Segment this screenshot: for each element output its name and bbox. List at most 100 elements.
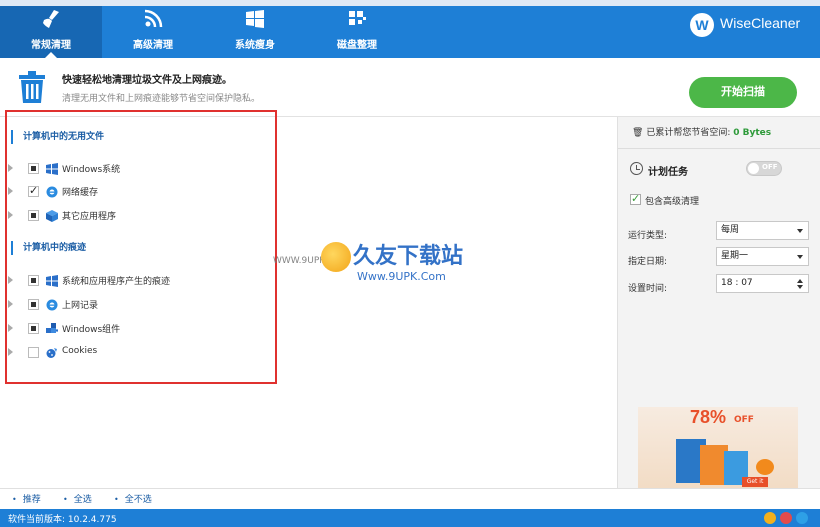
header-bar: 常规清理 高级清理 系统瘦身 磁盘整理 W WiseCleaner (0, 6, 820, 58)
subheader: 快速轻松地清理垃圾文件及上网痕迹。 清理无用文件和上网痕迹能够节省空间保护隐私。… (0, 58, 820, 117)
spin-up-icon[interactable] (797, 279, 803, 283)
checkbox[interactable] (28, 347, 39, 358)
promo-banner[interactable]: 78% OFF Get it now (638, 407, 798, 488)
tab-regular-clean[interactable]: 常规清理 (0, 6, 102, 58)
tab-system-slim[interactable]: 系统瘦身 (204, 6, 306, 58)
subheader-title: 快速轻松地清理垃圾文件及上网痕迹。 (62, 75, 232, 86)
tab-label: 磁盘整理 (337, 40, 377, 51)
watermark-logo-icon (321, 242, 351, 272)
puzzle-icon (46, 323, 58, 333)
trash-icon (19, 71, 45, 103)
checkbox[interactable] (28, 299, 39, 310)
list-item-label: 其它应用程序 (62, 212, 117, 222)
trash-small-icon: 🗑 (632, 128, 644, 138)
watermark-subtitle: Www.9UPK.Com (357, 270, 446, 283)
promo-off: OFF (734, 415, 754, 425)
list-item-label: Windows系统 (62, 165, 121, 175)
chevron-down-icon (797, 229, 803, 233)
checkbox[interactable] (28, 210, 39, 221)
time-value: 18 : 07 (721, 278, 753, 288)
feedback-icon[interactable] (780, 512, 792, 524)
checkbox[interactable] (28, 323, 39, 334)
toggle-text: OFF (762, 163, 778, 171)
expand-arrow-icon[interactable] (8, 211, 13, 219)
expand-arrow-icon[interactable] (8, 187, 13, 195)
promo-percent: 78% (690, 407, 727, 427)
subheader-description: 清理无用文件和上网痕迹能够节省空间保护隐私。 (62, 94, 261, 104)
space-saved-value: 0 Bytes (733, 128, 772, 138)
ie-icon (46, 299, 58, 311)
divider (618, 148, 820, 149)
broom-icon (43, 10, 59, 28)
expand-arrow-icon[interactable] (8, 276, 13, 284)
time-label: 设置时间: (628, 284, 668, 294)
section-traces: 计算机中的痕迹 (11, 241, 86, 255)
run-type-label: 运行类型: (628, 231, 668, 241)
defrag-icon (349, 11, 366, 25)
include-advanced-checkbox[interactable] (630, 192, 641, 205)
expand-arrow-icon[interactable] (8, 164, 13, 172)
cube-icon (46, 210, 58, 222)
checkbox[interactable] (28, 184, 39, 197)
rss-broom-icon (144, 9, 163, 28)
start-scan-button[interactable]: 开始扫描 (689, 77, 797, 108)
watermark: WWW.9UPK.COM 久友下载站 Www.9UPK.Com (273, 238, 503, 290)
recommend-link[interactable]: 推荐 (12, 492, 41, 505)
bottom-bar: 推荐 全选 全不选 (0, 488, 820, 509)
expand-arrow-icon[interactable] (8, 324, 13, 332)
toggle-knob (748, 163, 759, 174)
run-type-select[interactable]: 每周 (716, 221, 809, 240)
status-bar: 软件当前版本: 10.2.4.775 (0, 509, 820, 527)
select-all-link[interactable]: 全选 (63, 492, 92, 505)
windows-icon (46, 275, 58, 287)
list-item-cookies[interactable]: Cookies (8, 345, 268, 361)
right-panel: 🗑 已累计帮您节省空间: 0 Bytes 计划任务 OFF 包含高级清理 运行类… (617, 117, 820, 488)
promo-cta[interactable]: Get it now (742, 477, 768, 487)
checkbox[interactable] (28, 275, 39, 286)
expand-arrow-icon[interactable] (8, 348, 13, 356)
brand-name: WiseCleaner (720, 15, 801, 31)
tab-label: 系统瘦身 (235, 40, 275, 51)
tab-label: 高级清理 (133, 40, 173, 51)
clock-icon (630, 162, 643, 175)
spin-down-icon[interactable] (797, 285, 803, 289)
watermark-title: 久友下载站 (353, 244, 464, 269)
date-label: 指定日期: (628, 257, 668, 267)
tab-disk-defrag[interactable]: 磁盘整理 (306, 6, 408, 58)
cookie-icon (46, 348, 57, 358)
include-advanced-label: 包含高级清理 (645, 197, 700, 207)
list-item-network-cache[interactable]: 网络缓存 (8, 184, 268, 200)
list-item-browsing-history[interactable]: 上网记录 (8, 297, 268, 313)
windows-icon (246, 10, 264, 28)
settings-icon[interactable] (796, 512, 808, 524)
list-item-label: Cookies (62, 346, 98, 356)
list-item-windows-system[interactable]: Windows系统 (8, 161, 268, 177)
list-item-label: 网络缓存 (62, 188, 99, 198)
ie-icon (46, 186, 58, 198)
tab-label: 常规清理 (31, 40, 71, 51)
list-item-label: 上网记录 (62, 301, 99, 311)
wisecleaner-logo: W (690, 13, 714, 37)
expand-arrow-icon[interactable] (8, 300, 13, 308)
time-stepper[interactable]: 18 : 07 (716, 274, 809, 293)
chevron-down-icon (797, 255, 803, 259)
checkbox[interactable] (28, 163, 39, 174)
date-select[interactable]: 星期一 (716, 247, 809, 266)
space-saved-label: 已累计帮您节省空间: (646, 128, 731, 138)
section-useless-files: 计算机中的无用文件 (11, 130, 104, 144)
list-item-windows-components[interactable]: Windows组件 (8, 321, 268, 337)
date-value: 星期一 (721, 251, 749, 261)
schedule-title: 计划任务 (648, 167, 688, 178)
list-item-label: Windows组件 (62, 325, 121, 335)
schedule-toggle[interactable]: OFF (746, 161, 782, 176)
space-saved: 🗑 已累计帮您节省空间: 0 Bytes (632, 125, 771, 138)
list-item-other-apps[interactable]: 其它应用程序 (8, 208, 268, 224)
select-none-link[interactable]: 全不选 (114, 492, 152, 505)
list-item-system-traces[interactable]: 系统和应用程序产生的痕迹 (8, 273, 268, 289)
run-type-value: 每周 (721, 225, 740, 235)
list-item-label: 系统和应用程序产生的痕迹 (62, 277, 171, 287)
tab-advanced-clean[interactable]: 高级清理 (102, 6, 204, 58)
windows-icon (46, 163, 58, 175)
smiley-icon[interactable] (764, 512, 776, 524)
version-text: 软件当前版本: 10.2.4.775 (8, 515, 117, 525)
